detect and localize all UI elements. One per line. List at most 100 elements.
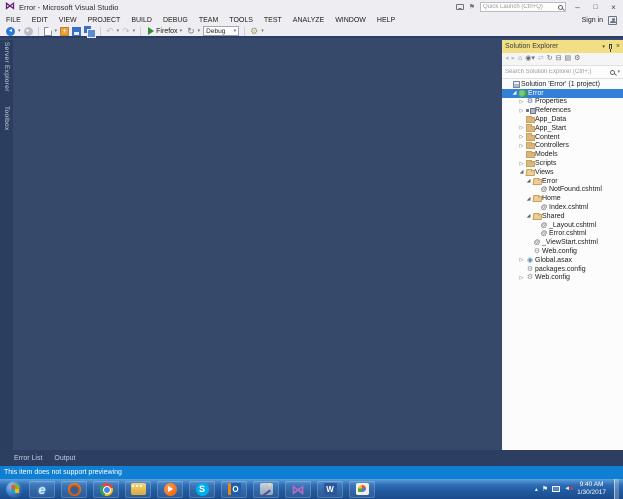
forward-icon[interactable]: ▸ (512, 55, 516, 63)
quick-launch-input[interactable]: Quick Launch (Ctrl+Q) (480, 2, 566, 12)
menu-item-view[interactable]: VIEW (59, 17, 77, 24)
tree-item[interactable]: Error.cshtml (502, 230, 623, 239)
show-all-files-icon[interactable]: ▤ (565, 55, 572, 63)
start-button[interactable] (6, 480, 23, 498)
expanded-arrow-icon[interactable]: ◢ (525, 213, 532, 219)
new-file-dropdown-icon[interactable] (55, 29, 58, 34)
tree-item[interactable]: NotFound.cshtml (502, 186, 623, 195)
dock-tab-server-explorer[interactable]: Server Explorer (3, 42, 10, 92)
sign-in-link[interactable]: Sign in (582, 17, 603, 24)
tree-item[interactable]: ▷ Content (502, 133, 623, 142)
expanded-arrow-icon[interactable]: ◢ (518, 169, 525, 175)
collapsed-arrow-icon[interactable]: ▷ (518, 125, 525, 131)
menu-item-analyze[interactable]: ANALYZE (293, 17, 324, 24)
panel-close-icon[interactable] (616, 43, 620, 50)
scope-view-icon[interactable]: ◉▾ (525, 55, 535, 63)
taskbar-app-media-player[interactable] (157, 480, 183, 498)
taskbar-clock[interactable]: 9:40 AM 1/30/2017 (577, 481, 606, 497)
collapsed-arrow-icon[interactable]: ▷ (518, 134, 525, 140)
show-desktop-button[interactable] (614, 479, 619, 499)
configuration-select[interactable]: Debug (203, 26, 240, 36)
undo-dropdown-icon[interactable] (117, 29, 120, 34)
new-file-icon[interactable] (43, 26, 52, 36)
taskbar-app-internet-explorer[interactable]: e (29, 480, 55, 498)
navigate-back-dropdown-icon[interactable] (18, 29, 21, 34)
tree-item[interactable]: Index.cshtml (502, 203, 623, 212)
browser-link-refresh-icon[interactable] (187, 27, 195, 36)
collapsed-arrow-icon[interactable]: ▷ (518, 275, 525, 281)
redo-dropdown-icon[interactable] (133, 29, 136, 34)
tree-item[interactable]: ▷ Global.asax (502, 256, 623, 265)
collapsed-arrow-icon[interactable]: ▷ (518, 143, 525, 149)
feedback-icon[interactable] (455, 4, 464, 10)
home-icon[interactable]: ⌂ (518, 55, 522, 63)
back-icon[interactable]: ◂ (505, 55, 509, 63)
tree-item[interactable]: _Layout.cshtml (502, 221, 623, 230)
tree-item[interactable]: ▷ App_Start (502, 124, 623, 133)
taskbar-app-chrome[interactable] (93, 480, 119, 498)
collapse-all-icon[interactable]: ⊟ (556, 55, 562, 63)
minimize-button[interactable] (571, 2, 584, 13)
menu-item-team[interactable]: TEAM (199, 17, 218, 24)
pin-icon[interactable] (608, 44, 612, 52)
menu-item-tools[interactable]: TOOLS (229, 17, 253, 24)
action-center-icon[interactable] (542, 485, 548, 493)
expanded-arrow-icon[interactable]: ◢ (525, 196, 532, 202)
tree-item[interactable]: ◢ Shared (502, 212, 623, 221)
dock-tab-toolbox[interactable]: Toolbox (3, 106, 10, 131)
redo-icon[interactable] (122, 27, 130, 36)
taskbar-app-magic-wand-tool[interactable] (253, 480, 279, 498)
taskbar-app-paint[interactable] (349, 480, 375, 498)
menu-item-file[interactable]: FILE (6, 17, 21, 24)
tree-item[interactable]: ◢ Views (502, 168, 623, 177)
undo-icon[interactable] (106, 27, 114, 36)
menu-item-edit[interactable]: EDIT (32, 17, 48, 24)
tree-item[interactable]: App_Data (502, 115, 623, 124)
tree-item[interactable]: ▷ References (502, 106, 623, 115)
tree-item[interactable]: ▷ Properties (502, 98, 623, 107)
taskbar-app-word[interactable] (317, 480, 343, 498)
volume-icon[interactable] (564, 486, 574, 492)
properties-icon[interactable]: ⚙ (574, 55, 580, 63)
network-icon[interactable] (552, 486, 561, 492)
taskbar-app-firefox[interactable] (61, 480, 87, 498)
taskbar-app-skype[interactable] (189, 480, 215, 498)
toolbar-options-dropdown-icon[interactable] (261, 29, 264, 34)
start-debug-button[interactable]: Firefox (146, 26, 184, 36)
notifications-flag-icon[interactable] (469, 4, 475, 11)
browser-link-dropdown-icon[interactable] (198, 29, 201, 34)
collapsed-arrow-icon[interactable]: ▷ (518, 257, 525, 263)
solution-explorer-search-input[interactable]: Search Solution Explorer (Ctrl+;) (502, 66, 623, 79)
sync-with-active-document-icon[interactable]: ⇄ (538, 55, 544, 63)
navigate-forward-icon[interactable] (23, 26, 33, 36)
menu-item-help[interactable]: HELP (377, 17, 395, 24)
window-position-dropdown-icon[interactable] (602, 44, 605, 50)
tab-error-list[interactable]: Error List (14, 455, 42, 462)
menu-item-project[interactable]: PROJECT (88, 17, 121, 24)
expanded-arrow-icon[interactable]: ◢ (511, 90, 518, 96)
tree-item[interactable]: ◢ Error (502, 177, 623, 186)
save-icon[interactable] (72, 26, 82, 36)
menu-item-window[interactable]: WINDOW (335, 17, 366, 24)
tree-item[interactable]: ◢ Home (502, 194, 623, 203)
close-button[interactable] (607, 2, 620, 13)
tree-item[interactable]: ▷ Web.config (502, 274, 623, 283)
tree-item[interactable]: ▷ Scripts (502, 159, 623, 168)
tab-output[interactable]: Output (54, 455, 75, 462)
taskbar-app-movie-maker[interactable] (125, 480, 151, 498)
menu-item-debug[interactable]: DEBUG (163, 17, 188, 24)
tree-item[interactable]: ◢ Error (502, 88, 623, 98)
collapsed-arrow-icon[interactable]: ▷ (518, 108, 525, 114)
taskbar-app-outlook[interactable] (221, 480, 247, 498)
refresh-icon[interactable]: ↻ (547, 55, 553, 63)
menu-item-build[interactable]: BUILD (131, 17, 152, 24)
collapsed-arrow-icon[interactable]: ▷ (518, 161, 525, 167)
collapsed-arrow-icon[interactable]: ▷ (518, 99, 525, 105)
navigate-back-icon[interactable] (6, 26, 15, 36)
user-account-icon[interactable] (608, 15, 617, 25)
taskbar-app-visual-studio[interactable] (285, 480, 311, 498)
tree-item[interactable]: _ViewStart.cshtml (502, 238, 623, 247)
tree-item[interactable]: Models (502, 150, 623, 159)
tray-expand-icon[interactable] (535, 486, 538, 493)
toolbar-wrench-icon[interactable] (250, 27, 258, 36)
